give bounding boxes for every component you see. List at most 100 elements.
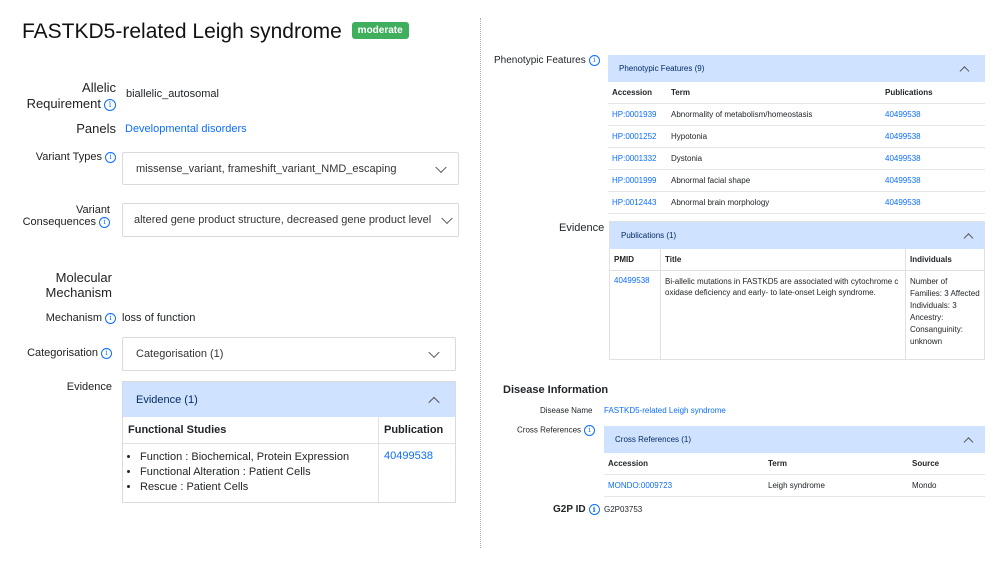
disease-name-link[interactable]: FASTKD5-related Leigh syndrome — [604, 406, 726, 415]
evidence-accordion-header[interactable]: Evidence (1) — [123, 382, 455, 417]
cross-references-header[interactable]: Cross References (1) — [604, 426, 985, 453]
chevron-down-icon — [441, 212, 453, 225]
disease-information-heading: Disease Information — [503, 384, 609, 396]
evidence-label-right: Evidence — [559, 222, 605, 234]
column-header: Source — [908, 453, 985, 475]
g2p-id-label-text: G2P ID — [553, 504, 586, 516]
publication-link[interactable]: 40499538 — [885, 176, 921, 185]
table-header-row: Functional Studies Publication — [123, 417, 455, 444]
phenotype-table: Accession Term Publications HP:0001939 A… — [608, 82, 985, 214]
publications-header[interactable]: Publications (1) — [610, 222, 984, 249]
functional-studies-list: Function : Biochemical, Protein Expressi… — [128, 450, 373, 495]
column-header: Term — [667, 82, 881, 104]
info-icon[interactable]: i — [584, 425, 596, 436]
hpo-accession-link[interactable]: HP:0012443 — [612, 198, 656, 207]
chevron-up-icon — [428, 396, 440, 408]
mechanism-label-text: Mechanism — [45, 312, 102, 324]
publication-link[interactable]: 40499538 — [885, 154, 921, 163]
cross-references-table: Accession Term Source MONDO:0009723 Leig… — [604, 453, 985, 497]
phenotypic-features-label-text: Phenotypic Features — [494, 55, 586, 67]
table-row: Function : Biochemical, Protein Expressi… — [123, 443, 456, 503]
allelic-label-line2: Requirement — [26, 96, 101, 111]
categorisation-accordion[interactable]: Categorisation (1) — [122, 337, 456, 371]
allelic-requirement-value: biallelic_autosomal — [126, 88, 219, 100]
phenotype-term: Abnormality of metabolism/homeostasis — [667, 103, 881, 126]
publication-link[interactable]: 40499538 — [885, 198, 921, 207]
panels-label: Panels — [76, 121, 116, 136]
variant-types-label-text: Variant Types — [35, 151, 102, 163]
phenotypic-features-accordion: Phenotypic Features (9) Accession Term P… — [608, 55, 985, 214]
column-header: PMID — [610, 249, 661, 271]
individuals-info: Number of Families: 3 Affected Individua… — [910, 277, 980, 346]
allelic-label-line1: Allelic — [82, 80, 116, 95]
pmid-link[interactable]: 40499538 — [614, 276, 650, 285]
chevron-up-icon — [963, 436, 974, 447]
evidence-accordion-title: Evidence (1) — [136, 393, 198, 406]
table-row: HP:0001999 Abnormal facial shape 4049953… — [608, 169, 985, 192]
hpo-accession-link[interactable]: HP:0001332 — [612, 154, 656, 163]
info-icon[interactable]: i — [588, 55, 600, 66]
variant-consequences-label: Variant Consequences i — [20, 204, 110, 228]
categorisation-label: Categorisation i — [20, 347, 112, 359]
publication-link[interactable]: 40499538 — [384, 450, 433, 462]
g2p-id-value: G2P03753 — [604, 505, 643, 514]
info-icon[interactable]: i — [101, 347, 112, 359]
cross-references-label-text: Cross References — [517, 425, 582, 435]
mechanism-value: loss of function — [122, 312, 196, 324]
column-header: Accession — [604, 453, 764, 475]
hpo-accession-link[interactable]: HP:0001999 — [612, 176, 656, 185]
table-header-row: PMID Title Individuals — [610, 249, 984, 271]
allelic-requirement-label: Allelic Requirement i — [20, 80, 116, 112]
mondo-accession-link[interactable]: MONDO:0009723 — [608, 481, 672, 490]
molecular-mechanism-line1: Molecular — [55, 270, 112, 285]
list-item: Rescue : Patient Cells — [140, 480, 373, 495]
column-divider — [480, 18, 481, 548]
categorisation-value: Categorisation (1) — [136, 348, 224, 360]
table-header-row: Accession Term Publications — [608, 82, 985, 104]
publications-accordion: Publications (1) PMID Title Individuals … — [609, 221, 985, 360]
variant-consequences-line1: Variant — [75, 204, 110, 216]
info-icon[interactable]: i — [588, 504, 600, 515]
phenotype-term: Hypotonia — [667, 125, 881, 148]
info-icon[interactable]: i — [105, 151, 116, 163]
variant-types-dropdown[interactable]: missense_variant, frameshift_variant_NMD… — [122, 152, 459, 185]
table-row: 40499538 Bi-allelic mutations in FASTKD5… — [610, 270, 984, 359]
functional-studies-cell: Function : Biochemical, Protein Expressi… — [123, 443, 379, 502]
hpo-accession-link[interactable]: HP:0001939 — [612, 110, 656, 119]
panel-link-developmental-disorders[interactable]: Developmental disorders — [125, 123, 247, 135]
mechanism-label: Mechanism i — [20, 312, 116, 324]
page-title-text: FASTKD5-related Leigh syndrome — [22, 20, 342, 43]
functional-studies-table: Functional Studies Publication Function … — [123, 417, 455, 502]
chevron-down-icon — [435, 161, 447, 173]
cross-references-accordion: Cross References (1) Accession Term Sour… — [604, 426, 985, 497]
molecular-mechanism-heading: Molecular Mechanism — [20, 270, 112, 300]
publication-link[interactable]: 40499538 — [885, 132, 921, 141]
variant-consequences-line2: Consequences — [22, 216, 96, 228]
variant-consequences-dropdown[interactable]: altered gene product structure, decrease… — [122, 203, 459, 237]
confidence-badge: moderate — [351, 21, 409, 39]
column-header: Functional Studies — [123, 417, 379, 444]
evidence-accordion: Evidence (1) Functional Studies Publicat… — [122, 381, 456, 503]
page-title: FASTKD5-related Leigh syndrome moderate — [22, 20, 409, 44]
info-icon[interactable]: i — [104, 98, 116, 111]
publications-table: PMID Title Individuals 40499538 Bi-allel… — [610, 249, 984, 359]
phenotype-term: Abnormal facial shape — [667, 169, 881, 192]
molecular-mechanism-line2: Mechanism — [45, 285, 112, 300]
chevron-up-icon — [963, 232, 974, 243]
hpo-accession-link[interactable]: HP:0001252 — [612, 132, 656, 141]
column-header: Publications — [881, 82, 985, 104]
column-header: Individuals — [905, 249, 984, 271]
publications-title: Publications (1) — [621, 231, 677, 240]
table-row: MONDO:0009723 Leigh syndrome Mondo — [604, 474, 985, 497]
publication-link[interactable]: 40499538 — [885, 110, 921, 119]
cross-ref-source: Mondo — [908, 474, 985, 497]
info-icon[interactable]: i — [99, 216, 110, 228]
table-header-row: Accession Term Source — [604, 453, 985, 475]
cross-references-title: Cross References (1) — [615, 435, 692, 444]
publication-cell: 40499538 — [379, 444, 456, 503]
phenotype-term: Abnormal brain morphology — [667, 191, 881, 214]
info-icon[interactable]: i — [105, 312, 116, 324]
evidence-label-left: Evidence — [66, 381, 112, 393]
phenotypic-features-label: Phenotypic Features i — [494, 55, 600, 66]
phenotypic-features-header[interactable]: Phenotypic Features (9) — [608, 55, 985, 82]
